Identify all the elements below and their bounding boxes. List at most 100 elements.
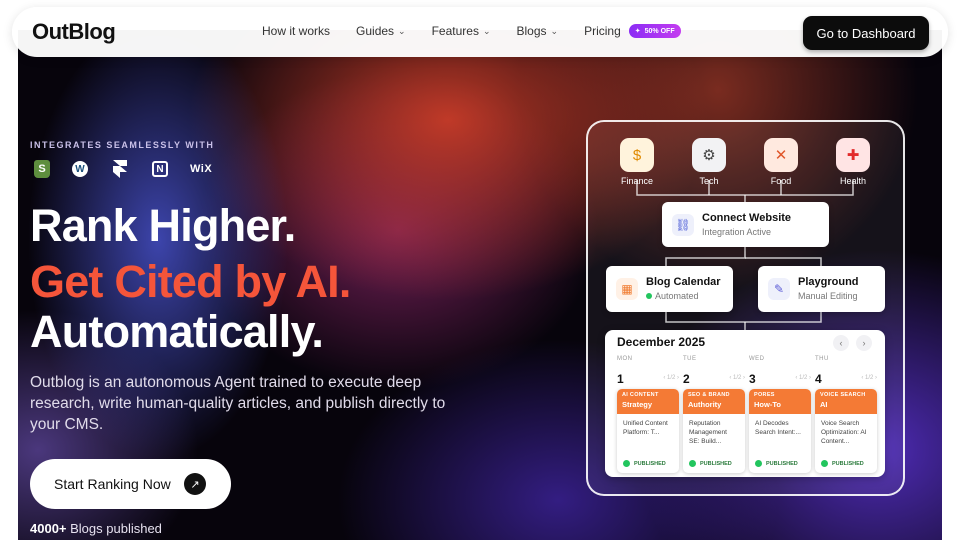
status-dot: [755, 460, 762, 467]
status-label: PUBLISHED: [634, 460, 666, 467]
day-number: 2: [683, 372, 690, 386]
day-number: 3: [749, 372, 756, 386]
chevron-down-icon: ⌄: [398, 25, 406, 36]
start-ranking-label: Start Ranking Now: [54, 476, 171, 492]
category-food[interactable]: ✕ Food: [751, 138, 811, 186]
post-excerpt: Voice Search Optimization: AI Content...: [821, 420, 867, 445]
post-header: PORES How-To: [749, 389, 811, 414]
day-pager[interactable]: ‹ 1/2 ›: [663, 375, 679, 381]
post-category: AI CONTENT: [622, 392, 659, 398]
calendar-next-button[interactable]: ›: [856, 335, 872, 351]
category-label: Finance: [620, 176, 654, 186]
card-title: Playground: [798, 276, 859, 288]
calendar-month: December 2025: [617, 335, 706, 349]
headline-line-2: Get Cited by AI.: [30, 256, 351, 307]
nav-link-label: Pricing: [584, 24, 621, 38]
post-category: PORES: [754, 392, 775, 398]
nav-link-blogs[interactable]: Blogs ⌄: [517, 24, 559, 38]
calendar-day: MON 1 ‹ 1/2 › AI CONTENT Strategy Unifie…: [617, 356, 679, 473]
nav-link-features[interactable]: Features ⌄: [432, 24, 491, 38]
chevron-right-icon: ›: [862, 338, 866, 348]
headline-line-3: Automatically.: [30, 306, 324, 357]
logo[interactable]: OutBlog: [32, 19, 116, 45]
day-of-week: MON: [617, 356, 633, 362]
card-subtitle-text: Automated: [655, 291, 699, 301]
chevron-down-icon: ⌄: [482, 25, 491, 36]
integrations-label: INTEGRATES SEAMLESSLY WITH: [30, 140, 215, 150]
day-pager[interactable]: ‹ 1/2 ›: [795, 375, 811, 381]
day-number: 1: [617, 372, 624, 386]
arrow-up-right-icon: ↗: [184, 473, 206, 495]
post-title: How-To: [754, 400, 781, 409]
go-to-dashboard-button[interactable]: Go to Dashboard: [803, 16, 929, 50]
post-title: Authority: [688, 400, 722, 409]
shopify-icon: S: [34, 160, 50, 178]
health-cross-icon: ✚: [836, 138, 870, 172]
status-dot: [623, 460, 630, 467]
post-category: VOICE SEARCH: [820, 392, 866, 398]
day-of-week: TUE: [683, 356, 697, 362]
post-card[interactable]: SEO & BRAND Authority Reputation Managem…: [683, 389, 745, 473]
playground-card[interactable]: ✎ Playground Manual Editing: [758, 266, 885, 312]
status-label: PUBLISHED: [766, 460, 798, 467]
connect-website-card[interactable]: ⛓ Connect Website Integration Active: [662, 202, 829, 247]
count-number: 4000+: [30, 521, 67, 536]
card-title: Blog Calendar: [646, 276, 721, 288]
status-dot: [646, 293, 652, 299]
calendar-day: TUE 2 ‹ 1/2 › SEO & BRAND Authority Repu…: [683, 356, 745, 473]
blogs-published-count: 4000+ Blogs published: [30, 521, 162, 536]
nav-links: How it works Guides ⌄ Features ⌄ Blogs ⌄ Pr…: [262, 24, 681, 38]
nav-link-how-it-works[interactable]: How it works: [262, 24, 330, 38]
blog-calendar-card[interactable]: ▦ Blog Calendar Automated: [606, 266, 733, 312]
wix-icon: WiX: [190, 163, 213, 175]
post-excerpt: Reputation Management SE: Build...: [689, 420, 727, 445]
day-pager[interactable]: ‹ 1/2 ›: [729, 375, 745, 381]
status-label: PUBLISHED: [700, 460, 732, 467]
sparkle-icon: ✦: [634, 28, 641, 35]
post-card[interactable]: AI CONTENT Strategy Unified Content Plat…: [617, 389, 679, 473]
published-status: PUBLISHED: [623, 460, 666, 467]
category-label: Health: [839, 176, 866, 186]
day-of-week: WED: [749, 356, 765, 362]
integrations-list: S W N WiX: [34, 159, 212, 179]
calendar-icon: ▦: [616, 278, 638, 300]
nav-link-guides[interactable]: Guides ⌄: [356, 24, 406, 38]
gear-icon: ⚙: [692, 138, 726, 172]
status-dot: [821, 460, 828, 467]
nav-link-label: Features: [431, 24, 479, 38]
nav-link-label: Blogs: [516, 24, 547, 38]
category-finance[interactable]: $ Finance: [607, 138, 667, 186]
nav-link-label: How it works: [262, 24, 331, 38]
category-health[interactable]: ✚ Health: [823, 138, 883, 186]
status-label: PUBLISHED: [832, 460, 864, 467]
post-header: AI CONTENT Strategy: [617, 389, 679, 414]
published-status: PUBLISHED: [689, 460, 732, 467]
calendar-prev-button[interactable]: ‹: [833, 335, 849, 351]
headline-line-1: Rank Higher.: [30, 200, 296, 251]
document-edit-icon: ✎: [768, 278, 790, 300]
day-of-week: THU: [815, 356, 829, 362]
discount-badge-label: 50% OFF: [644, 27, 675, 35]
calendar-day: WED 3 ‹ 1/2 › PORES How-To AI Decodes Se…: [749, 356, 811, 473]
link-icon: ⛓: [672, 214, 694, 236]
post-excerpt: AI Decodes Search Intent:...: [755, 420, 801, 436]
start-ranking-button[interactable]: Start Ranking Now ↗: [30, 459, 231, 509]
page: OutBlog How it works Guides ⌄ Features ⌄ B…: [0, 0, 960, 540]
card-subtitle: Integration Active: [702, 227, 772, 237]
category-tech[interactable]: ⚙ Tech: [679, 138, 739, 186]
card-subtitle: Manual Editing: [798, 291, 858, 301]
chevron-left-icon: ‹: [839, 338, 843, 348]
post-card[interactable]: VOICE SEARCH AI Voice Search Optimizatio…: [815, 389, 877, 473]
nav-link-pricing[interactable]: Pricing ✦ 50% OFF: [584, 24, 681, 38]
day-pager[interactable]: ‹ 1/2 ›: [861, 375, 877, 381]
post-card[interactable]: PORES How-To AI Decodes Search Intent:..…: [749, 389, 811, 473]
post-title: Strategy: [622, 400, 653, 409]
nav-link-label: Guides: [356, 24, 395, 38]
wordpress-icon: W: [72, 161, 88, 177]
calendar-day: THU 4 ‹ 1/2 › VOICE SEARCH AI Voice Sear…: [815, 356, 877, 473]
framer-icon: [110, 159, 130, 179]
post-excerpt: Unified Content Platform: T...: [623, 420, 668, 436]
top-navbar: OutBlog How it works Guides ⌄ Features ⌄ B…: [12, 7, 948, 57]
day-number: 4: [815, 372, 822, 386]
card-title: Connect Website: [702, 212, 792, 224]
